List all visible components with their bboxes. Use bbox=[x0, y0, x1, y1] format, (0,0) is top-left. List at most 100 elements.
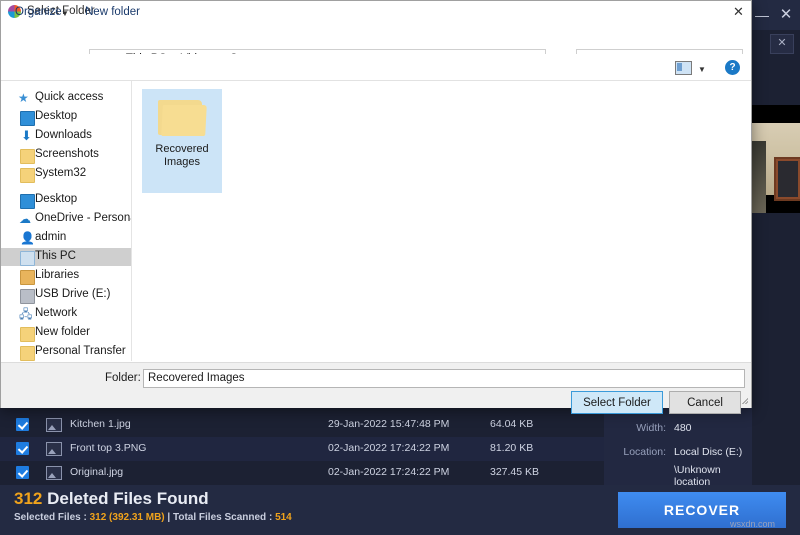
usb-drive-icon bbox=[20, 289, 35, 304]
app-tab-close-button[interactable]: ✕ bbox=[770, 34, 794, 54]
image-file-icon bbox=[46, 418, 62, 432]
row-checkbox[interactable] bbox=[16, 466, 29, 479]
file-size: 64.04 KB bbox=[490, 418, 534, 430]
sidebar-item-personal-transfer[interactable]: Personal Transfer bbox=[1, 343, 131, 361]
folder-field-label: Folder: bbox=[105, 372, 141, 384]
sidebar-item-desktop-tree[interactable]: Desktop bbox=[1, 191, 131, 209]
folder-label-line1: Recovered bbox=[155, 143, 209, 155]
sidebar-item-label: USB Drive (E:) bbox=[35, 288, 111, 300]
desktop-icon bbox=[20, 111, 35, 126]
sidebar-item-new-folder[interactable]: New folder bbox=[1, 324, 131, 342]
sidebar-item-this-pc[interactable]: This PC bbox=[1, 248, 131, 266]
deleted-files-headline-text: Deleted Files Found bbox=[42, 489, 209, 508]
resize-grip[interactable] bbox=[741, 397, 748, 404]
table-row[interactable]: Front top 3.PNG 02-Jan-2022 17:24:22 PM … bbox=[0, 437, 604, 462]
sidebar-item-screenshots[interactable]: Screenshots bbox=[1, 146, 131, 164]
row-checkbox[interactable] bbox=[16, 418, 29, 431]
screen-root: — ✕ ✕ Height: 360 Width: 480 bbox=[0, 0, 800, 535]
sidebar-item-usb-drive[interactable]: USB Drive (E:) bbox=[1, 286, 131, 304]
total-scanned-value: 514 bbox=[275, 512, 292, 523]
sidebar-item-label: New folder bbox=[35, 326, 90, 338]
preview-frame-inner bbox=[778, 161, 798, 197]
select-folder-button[interactable]: Select Folder bbox=[571, 391, 663, 414]
libraries-icon bbox=[20, 270, 35, 285]
folder-item-label: Recovered Images bbox=[144, 143, 220, 169]
user-icon: 👤 bbox=[20, 231, 35, 245]
info-value-width: 480 bbox=[674, 422, 692, 434]
sidebar-item-label: Desktop bbox=[35, 110, 78, 122]
table-row[interactable]: Kitchen 1.jpg 29-Jan-2022 15:47:48 PM 64… bbox=[0, 413, 604, 438]
sidebar-item-admin[interactable]: 👤 admin bbox=[1, 229, 131, 247]
organize-button[interactable]: Organize bbox=[15, 6, 62, 18]
cancel-button[interactable]: Cancel bbox=[669, 391, 741, 414]
sidebar-item-downloads[interactable]: ⬇ Downloads bbox=[1, 127, 131, 145]
info-label-width: Width: bbox=[636, 422, 666, 434]
sidebar-item-label: This PC bbox=[35, 250, 76, 262]
image-preview-thumbnail bbox=[752, 105, 800, 213]
sidebar-item-label: Downloads bbox=[35, 129, 92, 141]
sidebar-item-onedrive[interactable]: ☁ OneDrive - Persona bbox=[1, 210, 131, 228]
chevron-down-icon[interactable]: ▼ bbox=[698, 65, 706, 74]
dialog-toolbar bbox=[1, 54, 751, 81]
sidebar-item-libraries[interactable]: Libraries bbox=[1, 267, 131, 285]
sidebar-item-quick-access[interactable]: ★ Quick access bbox=[1, 89, 131, 107]
selection-summary: Selected Files : 312 (392.31 MB) | Total… bbox=[14, 512, 292, 523]
cloud-icon: ☁ bbox=[19, 212, 31, 226]
sidebar-item-label: Desktop bbox=[35, 193, 78, 205]
file-size: 327.45 KB bbox=[490, 466, 540, 478]
app-close-button[interactable]: ✕ bbox=[776, 6, 796, 24]
deleted-files-count: 312 bbox=[14, 489, 43, 508]
file-list: Kitchen 1.jpg 29-Jan-2022 15:47:48 PM 64… bbox=[0, 413, 604, 486]
image-file-icon bbox=[46, 466, 62, 480]
file-name: Original.jpg bbox=[70, 466, 124, 478]
sidebar-item-label: admin bbox=[35, 231, 67, 243]
folder-name-input[interactable] bbox=[143, 369, 745, 388]
computer-icon bbox=[20, 251, 35, 266]
view-options-icon[interactable] bbox=[675, 61, 692, 75]
folder-front bbox=[161, 105, 207, 136]
row-checkbox[interactable] bbox=[16, 442, 29, 455]
app-minimize-button[interactable]: — bbox=[752, 6, 772, 24]
folder-icon bbox=[20, 346, 35, 361]
table-row[interactable]: Original.jpg 02-Jan-2022 17:24:22 PM 327… bbox=[0, 461, 604, 486]
preview-picture-frame bbox=[774, 157, 800, 201]
sidebar-item-network[interactable]: 🖧 Network bbox=[1, 305, 131, 323]
sidebar-item-label: Screenshots bbox=[35, 148, 99, 160]
sidebar-item-label: Libraries bbox=[35, 269, 80, 281]
info-value-location: Local Disc (E:) bbox=[674, 446, 743, 458]
folder-icon bbox=[20, 149, 35, 164]
folder-icon bbox=[20, 327, 35, 342]
close-icon[interactable]: ✕ bbox=[726, 1, 751, 22]
preview-shadow bbox=[752, 141, 766, 213]
file-name: Front top 3.PNG bbox=[70, 442, 147, 454]
file-date: 02-Jan-2022 17:24:22 PM bbox=[328, 442, 450, 454]
help-icon[interactable]: ? bbox=[725, 60, 740, 75]
sidebar-item-label: OneDrive - Persona bbox=[35, 212, 132, 224]
sidebar-item-system32[interactable]: System32 bbox=[1, 165, 131, 183]
folder-item-recovered-images[interactable]: Recovered Images bbox=[142, 89, 222, 193]
download-icon: ⬇ bbox=[21, 128, 32, 143]
file-name: Kitchen 1.jpg bbox=[70, 418, 131, 430]
address-row: ← → ⌄ ↑ ›This PC›Videos›Captures› ⌄ ↻ Se… bbox=[1, 23, 751, 72]
star-icon: ★ bbox=[18, 91, 29, 105]
folder-label-line2: Images bbox=[163, 156, 201, 168]
file-date: 29-Jan-2022 15:47:48 PM bbox=[328, 418, 450, 430]
folder-icon bbox=[20, 168, 35, 183]
folder-content-pane: Recovered Images bbox=[132, 81, 750, 361]
new-folder-button[interactable]: New folder bbox=[85, 6, 140, 18]
total-scanned-label: | Total Files Scanned : bbox=[164, 512, 276, 523]
navigation-pane: ★ Quick access Desktop ⬇ Downloads Scree… bbox=[1, 81, 132, 361]
selected-files-value: 312 (392.31 MB) bbox=[89, 512, 165, 523]
file-date: 02-Jan-2022 17:24:22 PM bbox=[328, 466, 450, 478]
chevron-down-icon[interactable]: ▼ bbox=[61, 9, 69, 18]
folder-icon bbox=[158, 97, 207, 137]
image-file-icon bbox=[46, 442, 62, 456]
deleted-files-headline: 312 Deleted Files Found bbox=[14, 489, 209, 509]
watermark-text: wsxdn.com bbox=[730, 519, 776, 529]
desktop-icon bbox=[20, 194, 35, 209]
sidebar-item-label: Network bbox=[35, 307, 78, 319]
sidebar-item-label: Quick access bbox=[35, 91, 104, 103]
sidebar-item-desktop[interactable]: Desktop bbox=[1, 108, 131, 126]
select-folder-dialog: Select Folder ✕ ← → ⌄ ↑ ›This PC›Videos›… bbox=[0, 0, 752, 414]
network-icon: 🖧 bbox=[19, 307, 33, 321]
